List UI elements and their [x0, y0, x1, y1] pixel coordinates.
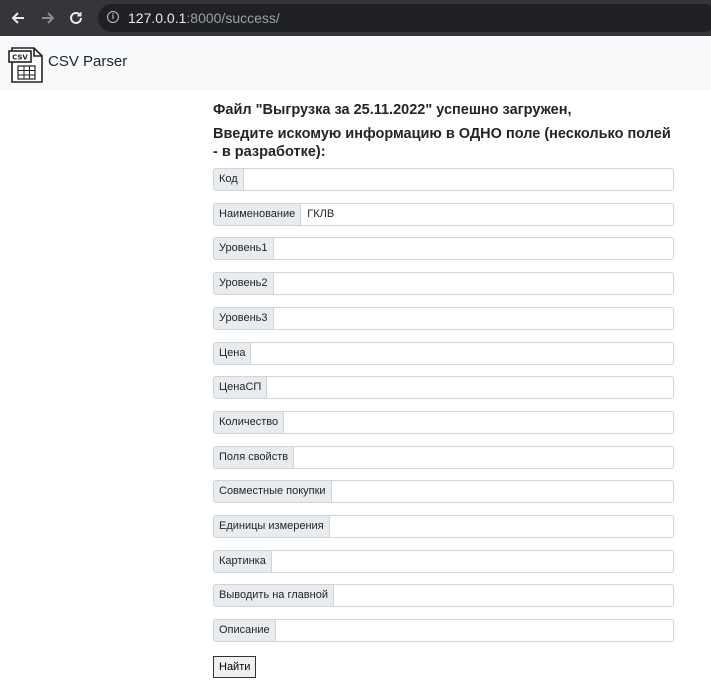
url-host: 127.0.0.1	[128, 10, 187, 26]
search-field-row: Цена	[213, 341, 674, 365]
search-field-row: Уровень2	[213, 272, 674, 296]
field-label: Наименование	[213, 202, 301, 226]
search-field-row: Код	[213, 168, 674, 191]
search-field-input[interactable]	[272, 306, 674, 330]
main-content: Файл "Выгрузка за 25.11.2022" успешно за…	[213, 101, 675, 678]
search-field-input[interactable]	[250, 341, 674, 365]
site-info-icon[interactable]: i	[107, 11, 119, 23]
reload-icon[interactable]	[64, 6, 88, 30]
search-field-row: Уровень1	[213, 237, 674, 261]
search-field-row: Картинка	[213, 549, 674, 573]
search-field-input[interactable]	[272, 272, 674, 296]
field-label: Уровень3	[213, 306, 273, 330]
search-field-input[interactable]	[332, 584, 674, 608]
search-field-row: Единицы измерения	[213, 515, 674, 538]
search-field-input[interactable]	[242, 168, 674, 191]
search-field-input[interactable]	[293, 445, 674, 469]
search-field-input[interactable]	[300, 202, 674, 226]
search-field-input[interactable]	[270, 549, 674, 573]
search-instructions-heading: Введите искомую информацию в ОДНО поле (…	[213, 126, 671, 160]
csv-file-logo-icon[interactable]: CSV	[8, 44, 46, 84]
back-arrow-icon[interactable]	[6, 6, 30, 30]
search-field-row: Выводить на главной	[213, 584, 674, 608]
search-field-input[interactable]	[330, 480, 674, 504]
field-label: Описание	[213, 619, 275, 643]
url-text[interactable]: 127.0.0.1:8000/success/	[128, 10, 280, 26]
forward-arrow-icon[interactable]	[36, 6, 60, 30]
search-field-row: ЦенаСП	[213, 376, 674, 400]
find-button[interactable]: Найти	[213, 655, 257, 678]
field-label: Поля свойств	[213, 445, 294, 469]
field-label: Единицы измерения	[213, 515, 329, 538]
search-field-input[interactable]	[274, 619, 674, 643]
search-field-input[interactable]	[328, 515, 674, 538]
svg-text:CSV: CSV	[12, 54, 28, 62]
search-field-row: Совместные покупки	[213, 480, 674, 504]
upload-success-heading: Файл "Выгрузка за 25.11.2022" успешно за…	[213, 102, 572, 118]
field-label: Совместные покупки	[213, 480, 331, 504]
app-navbar: CSV CSV Parser	[0, 36, 711, 91]
url-path: :8000/success/	[186, 10, 280, 26]
search-field-input[interactable]	[272, 237, 674, 261]
search-field-row: Поля свойств	[213, 445, 674, 469]
browser-toolbar: i 127.0.0.1:8000/success/	[0, 0, 711, 36]
search-field-row: Количество	[213, 410, 674, 434]
field-label: Картинка	[213, 549, 271, 573]
field-label: Цена	[213, 341, 251, 365]
search-field-input[interactable]	[283, 410, 674, 434]
field-label: Уровень2	[213, 272, 273, 296]
field-label: Уровень1	[213, 237, 273, 261]
field-label: Код	[213, 168, 243, 191]
search-field-row: Уровень3	[213, 306, 674, 330]
search-field-row: Наименование	[213, 202, 674, 226]
search-field-input[interactable]	[266, 376, 674, 400]
field-label: Выводить на главной	[213, 584, 333, 608]
field-label: ЦенаСП	[213, 376, 267, 400]
search-field-row: Описание	[213, 619, 674, 643]
address-bar[interactable]: i 127.0.0.1:8000/success/	[98, 4, 711, 32]
field-label: Количество	[213, 410, 284, 434]
brand-title[interactable]: CSV Parser	[48, 53, 127, 70]
